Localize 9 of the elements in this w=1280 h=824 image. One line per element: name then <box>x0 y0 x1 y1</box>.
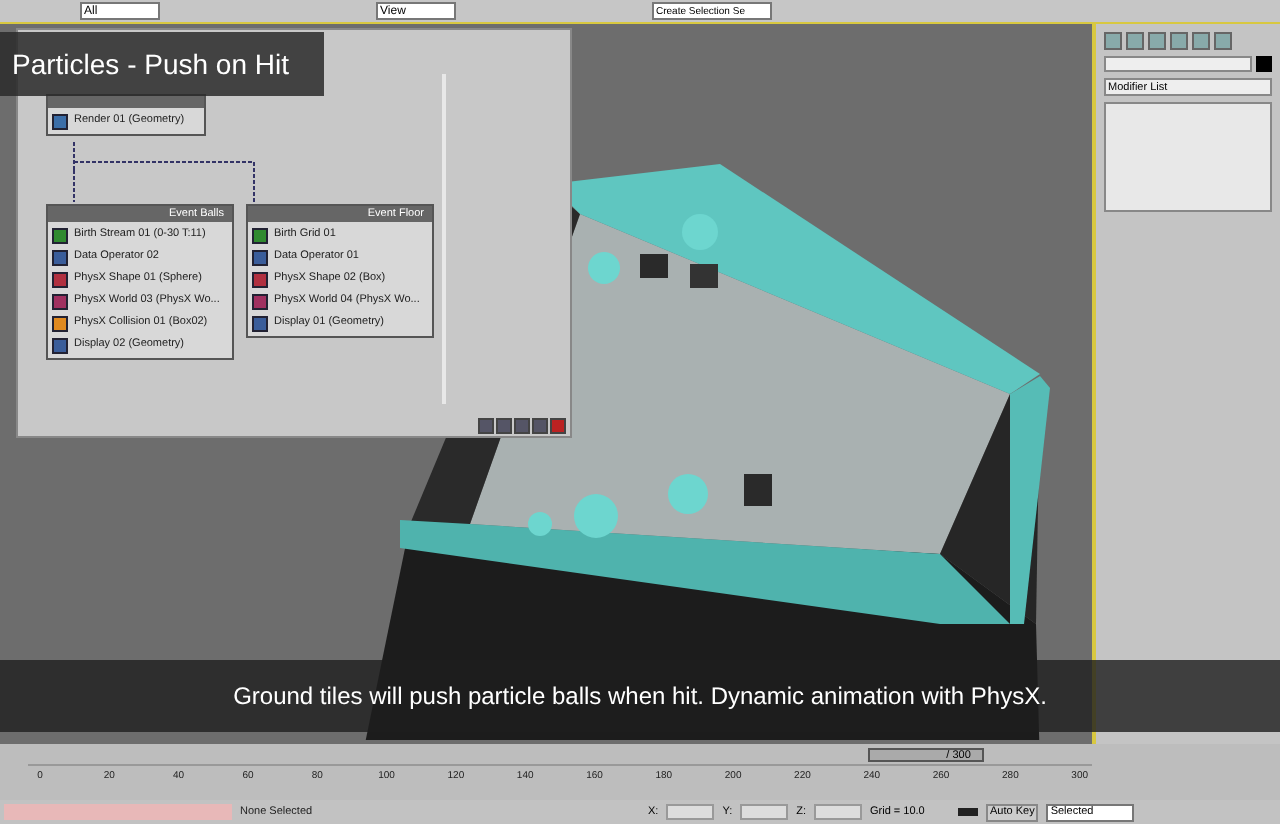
name-field[interactable] <box>1104 56 1252 72</box>
x-coordinate-field[interactable] <box>666 804 715 820</box>
maxscript-listener-field[interactable] <box>4 804 232 820</box>
title-overlay: Particles - Push on Hit <box>0 32 324 96</box>
z-coordinate-field[interactable] <box>814 804 862 820</box>
y-coordinate-field[interactable] <box>740 804 789 820</box>
modifier-stack[interactable] <box>1104 102 1272 212</box>
viewport[interactable] <box>0 24 1096 744</box>
caption-text: Ground tiles will push particle balls when hit. Dynamic animation with PhysX. <box>233 680 1047 714</box>
